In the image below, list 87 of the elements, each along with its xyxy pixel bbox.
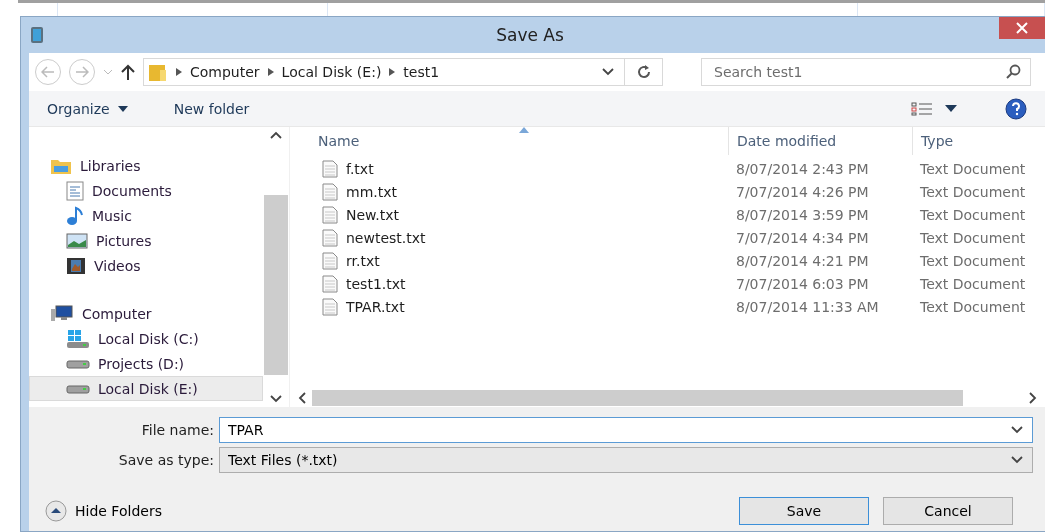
column-header[interactable]: Type: [912, 127, 1045, 155]
caret-down-icon: [117, 105, 128, 112]
help-button[interactable]: [1005, 97, 1027, 120]
scrollbar-thumb[interactable]: [312, 390, 963, 406]
caret-down-icon: [945, 105, 957, 112]
input-field[interactable]: Text Files (*.txt): [219, 447, 1033, 473]
column-header[interactable]: Name: [310, 127, 728, 155]
nav-item[interactable]: Libraries: [29, 153, 263, 178]
type-cell-text: Text Document: [919, 274, 1027, 294]
column-header[interactable]: Date modified: [728, 127, 912, 155]
type-cell-text: Text Document: [919, 228, 1027, 248]
text-file-icon: [322, 274, 338, 293]
sort-arrow-icon: [519, 127, 529, 133]
breadcrumb-arrow-icon: [389, 68, 396, 76]
nav-item[interactable]: Projects (D:): [29, 351, 263, 376]
drive-icon: [66, 357, 90, 370]
text-file-icon: [322, 251, 338, 270]
nav-item[interactable]: Local Disk (E:): [29, 376, 263, 401]
breadcrumb-arrow-icon: [176, 68, 182, 76]
date-cell-text: 8/07/2014 11:33 AM: [735, 297, 880, 317]
details-view-icon: [911, 101, 933, 116]
search-icon: [1005, 64, 1021, 80]
close-icon: [1016, 22, 1028, 34]
input-field[interactable]: TPAR: [219, 417, 1033, 443]
type-cell-text: Text Document: [919, 297, 1027, 317]
up-button[interactable]: [121, 64, 135, 80]
nav-item[interactable]: Computer: [29, 301, 263, 326]
nav-item[interactable]: Videos: [29, 253, 263, 278]
date-cell-text: 7/07/2014 4:34 PM: [735, 228, 870, 248]
date-cell-text: 8/07/2014 4:21 PM: [735, 251, 870, 271]
address-bar[interactable]: Computer Local Disk (E:) test1: [143, 58, 663, 86]
chevron-down-icon: [602, 68, 614, 76]
drive-icon: [66, 328, 90, 349]
file-name-cell[interactable]: TPAR.txt: [310, 295, 728, 318]
help-icon: [1005, 97, 1027, 120]
text-file-icon: [322, 159, 338, 178]
nav-item[interactable]: Local Disk (C:): [29, 326, 263, 351]
nav-item[interactable]: Music: [29, 203, 263, 228]
app-icon: [29, 26, 45, 44]
close-button[interactable]: [999, 17, 1045, 39]
file-name-cell[interactable]: mm.txt: [310, 180, 728, 203]
type-cell-text: Text Document: [919, 159, 1027, 179]
file-name-cell[interactable]: newtest.txt: [310, 226, 728, 249]
file-name-cell[interactable]: rr.txt: [310, 249, 728, 272]
hide-folders-button[interactable]: Hide Folders: [45, 500, 162, 522]
text-file-icon: [322, 182, 338, 201]
file-name-cell[interactable]: New.txt: [310, 203, 728, 226]
dialog-button[interactable]: Cancel: [883, 497, 1013, 525]
date-cell-text: 7/07/2014 4:26 PM: [735, 182, 870, 202]
new-folder-button[interactable]: New folder: [173, 100, 250, 117]
arrow-right-icon: [75, 66, 89, 78]
music-note-icon: [66, 205, 84, 226]
view-options-button[interactable]: [911, 101, 957, 116]
type-cell-text: Text Document: [919, 251, 1027, 271]
breadcrumb-arrow-icon: [267, 68, 274, 76]
breadcrumb[interactable]: Local Disk (E:): [281, 64, 382, 80]
address-dropdown[interactable]: [602, 68, 614, 76]
dialog-button[interactable]: Save: [739, 497, 869, 525]
breadcrumb[interactable]: test1: [403, 64, 440, 80]
type-cell-text: Text Document: [919, 182, 1027, 202]
text-file-icon: [322, 297, 338, 316]
text-file-icon: [322, 205, 338, 224]
date-cell-text: 8/07/2014 3:59 PM: [735, 205, 870, 225]
collapse-icon: [45, 500, 67, 522]
type-cell-text: Text Document: [919, 205, 1027, 225]
nav-item[interactable]: Documents: [29, 178, 263, 203]
field-label: Save as type:: [117, 452, 214, 468]
scrollbar-thumb[interactable]: [264, 195, 288, 375]
text-file-icon: [322, 228, 338, 247]
date-cell-text: 7/07/2014 6:03 PM: [735, 274, 870, 294]
arrow-left-icon: [41, 66, 55, 78]
document-icon: [66, 180, 84, 201]
file-name-cell[interactable]: f.txt: [310, 157, 728, 180]
nav-item[interactable]: Pictures: [29, 228, 263, 253]
breadcrumb[interactable]: Computer: [190, 64, 260, 80]
file-name-cell[interactable]: test1.txt: [310, 272, 728, 295]
computer-icon: [50, 304, 74, 323]
search-field[interactable]: Search test1: [701, 58, 1031, 86]
date-cell-text: 8/07/2014 2:43 PM: [735, 159, 870, 179]
film-icon: [66, 256, 86, 275]
refresh-icon: [635, 64, 652, 80]
organize-menu[interactable]: Organize: [47, 100, 128, 117]
window-title: Save As: [495, 25, 565, 45]
folder-icon: [148, 62, 168, 82]
field-label: File name:: [140, 422, 214, 438]
drive-icon: [66, 382, 90, 395]
picture-icon: [66, 232, 88, 249]
